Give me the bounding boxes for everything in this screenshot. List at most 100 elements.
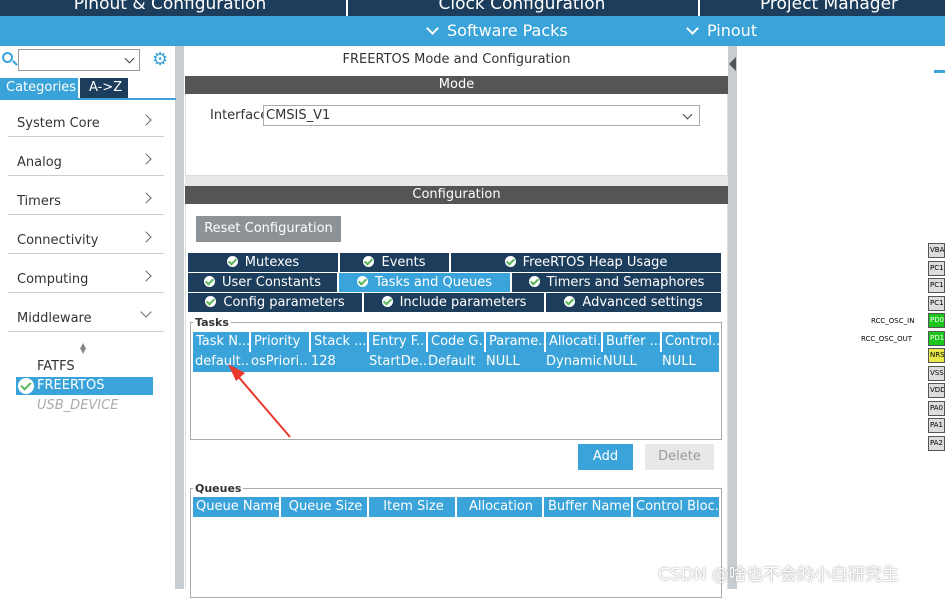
pin[interactable]: PA1 bbox=[928, 418, 945, 433]
check-icon bbox=[528, 276, 540, 287]
task-column-header[interactable]: Task N... bbox=[193, 332, 249, 352]
task-column-header[interactable]: Buffer ... bbox=[603, 332, 660, 352]
pin[interactable]: VDD bbox=[928, 383, 945, 398]
queue-column-header[interactable]: Item Size bbox=[369, 497, 455, 517]
panel-title: FREERTOS Mode and Configuration bbox=[342, 52, 571, 67]
middleware-item-fatfs[interactable]: FATFS bbox=[37, 359, 75, 374]
category-label: Middleware bbox=[17, 311, 92, 326]
task-column-header[interactable]: Parame... bbox=[486, 332, 544, 352]
tab-include-parameters[interactable]: Include parameters bbox=[364, 293, 544, 312]
tab-mutexes[interactable]: Mutexes bbox=[188, 253, 338, 272]
pin[interactable]: PA0 bbox=[928, 401, 945, 416]
tab-categories[interactable]: Categories bbox=[0, 78, 78, 98]
interface-select[interactable]: CMSIS_V1 bbox=[263, 105, 700, 126]
mode-header: Mode bbox=[185, 76, 728, 94]
queue-column-header[interactable]: Queue Name bbox=[193, 497, 279, 517]
pin[interactable]: PC1 bbox=[928, 278, 945, 293]
category-label: Connectivity bbox=[17, 233, 99, 248]
queue-column-header[interactable]: Buffer Name bbox=[544, 497, 631, 517]
category-connectivity[interactable]: Connectivity bbox=[8, 224, 164, 254]
toolbar-indicator bbox=[934, 70, 945, 73]
task-column-header[interactable]: Stack ... bbox=[311, 332, 367, 352]
task-column-header[interactable]: Entry F... bbox=[369, 332, 426, 352]
sort-icon[interactable]: ▲ ▼ bbox=[80, 342, 86, 355]
task-cell[interactable]: NULL bbox=[660, 352, 719, 372]
tab-timers-and-semaphores[interactable]: Timers and Semaphores bbox=[512, 273, 721, 292]
chevron-down-icon bbox=[686, 22, 699, 35]
gear-icon[interactable]: ⚙ bbox=[152, 50, 168, 70]
queue-column-header[interactable]: Queue Size bbox=[281, 497, 367, 517]
middleware-item-freertos[interactable]: FREERTOS bbox=[16, 377, 153, 395]
task-column-header[interactable]: Allocati... bbox=[546, 332, 601, 352]
reset-configuration-button[interactable]: Reset Configuration bbox=[196, 216, 341, 242]
task-cell[interactable]: osPriori... bbox=[249, 352, 309, 372]
tab-label: FreeRTOS Heap Usage bbox=[522, 255, 668, 270]
task-column-header[interactable]: Control... bbox=[662, 332, 719, 352]
task-cell[interactable]: default... bbox=[193, 352, 249, 372]
add-button[interactable]: Add bbox=[578, 444, 633, 470]
search-input[interactable] bbox=[18, 49, 140, 71]
queues-label: Queues bbox=[193, 482, 244, 495]
pin[interactable]: PC1 bbox=[928, 261, 945, 276]
queue-column-header[interactable]: Allocation bbox=[457, 497, 542, 517]
tab-tasks-and-queues[interactable]: Tasks and Queues bbox=[339, 273, 510, 292]
task-cell[interactable]: NULL bbox=[484, 352, 544, 372]
middle-panel-scrollbar[interactable] bbox=[728, 46, 737, 589]
category-timers[interactable]: Timers bbox=[8, 185, 164, 215]
delete-button[interactable]: Delete bbox=[645, 444, 714, 470]
configuration-header: Configuration bbox=[185, 186, 728, 204]
pin[interactable]: VSS bbox=[928, 366, 945, 381]
sub-menu-bar: Software Packs Pinout bbox=[0, 16, 945, 46]
tab-config-parameters[interactable]: Config parameters bbox=[188, 293, 362, 312]
pin[interactable]: PD0 bbox=[928, 313, 945, 328]
pin[interactable]: PC1 bbox=[928, 296, 945, 311]
divider bbox=[185, 176, 728, 186]
tab-label: Timers and Semaphores bbox=[546, 275, 705, 290]
chevron-down-icon bbox=[426, 22, 439, 35]
software-packs-menu[interactable]: Software Packs bbox=[426, 21, 568, 41]
interface-label: Interface bbox=[210, 108, 269, 123]
tab-advanced-settings[interactable]: Advanced settings bbox=[546, 293, 721, 312]
tab-project-manager[interactable]: Project Manager bbox=[698, 0, 945, 16]
task-cell[interactable]: NULL bbox=[601, 352, 660, 372]
left-panel-scrollbar[interactable] bbox=[176, 46, 184, 589]
tab-label: Mutexes bbox=[244, 255, 300, 270]
tasks-label: Tasks bbox=[193, 316, 231, 329]
tab-label: Advanced settings bbox=[582, 295, 703, 310]
chevron-right-icon bbox=[140, 231, 152, 243]
task-cell[interactable]: StartDe... bbox=[367, 352, 426, 372]
tab-user-constants[interactable]: User Constants bbox=[188, 273, 337, 292]
tab-pinout-configuration[interactable]: Pinout & Configuration bbox=[40, 0, 300, 16]
task-cell[interactable]: Default bbox=[426, 352, 484, 372]
pin[interactable]: VBA bbox=[928, 243, 945, 258]
collapse-panel-icon[interactable] bbox=[729, 57, 736, 71]
category-system-core[interactable]: System Core bbox=[8, 107, 164, 137]
pin[interactable]: PA2 bbox=[928, 436, 945, 451]
middleware-label: FREERTOS bbox=[37, 378, 105, 393]
check-icon bbox=[381, 296, 393, 307]
pinout-menu[interactable]: Pinout bbox=[686, 21, 757, 41]
check-icon bbox=[564, 296, 576, 307]
queue-column-header[interactable]: Control Bloc... bbox=[633, 497, 719, 517]
divider bbox=[0, 98, 176, 100]
category-analog[interactable]: Analog bbox=[8, 146, 164, 176]
tab-freertos-heap-usage[interactable]: FreeRTOS Heap Usage bbox=[451, 253, 721, 272]
tab-label: Tasks and Queues bbox=[374, 275, 493, 290]
chevron-down-icon bbox=[124, 53, 135, 64]
task-column-header[interactable]: Priority bbox=[251, 332, 309, 352]
chevron-right-icon bbox=[140, 153, 152, 165]
task-cell[interactable]: 128 bbox=[309, 352, 367, 372]
pin-signal-label: RCC_OSC_OUT bbox=[861, 335, 913, 343]
chevron-down-icon bbox=[682, 109, 693, 120]
task-column-header[interactable]: Code G... bbox=[428, 332, 484, 352]
task-cell[interactable]: Dynamic bbox=[544, 352, 601, 372]
tab-clock-configuration[interactable]: Clock Configuration bbox=[346, 0, 696, 16]
pin[interactable]: NRS bbox=[928, 348, 945, 363]
category-computing[interactable]: Computing bbox=[8, 263, 164, 293]
pin[interactable]: PD1 bbox=[928, 331, 945, 346]
chevron-right-icon bbox=[140, 192, 152, 204]
tab-events[interactable]: Events bbox=[340, 253, 449, 272]
tab-a-z[interactable]: A->Z bbox=[80, 78, 128, 98]
middleware-item-usb-device[interactable]: USB_DEVICE bbox=[37, 398, 118, 413]
category-middleware[interactable]: Middleware bbox=[8, 302, 164, 332]
